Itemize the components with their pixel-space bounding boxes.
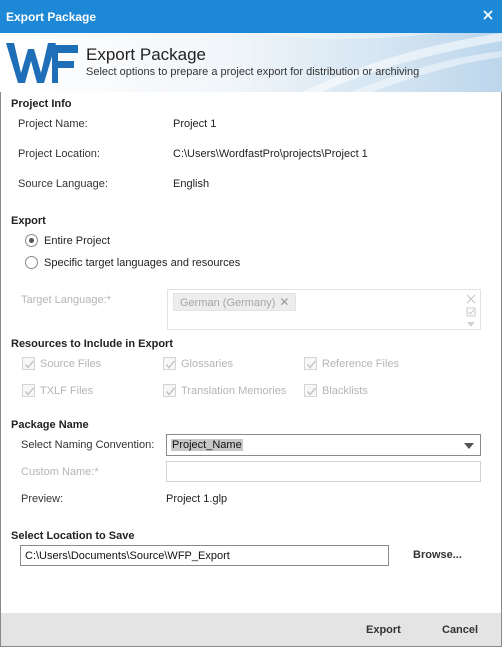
wordfast-logo: [6, 43, 78, 83]
naming-convention-label: Select Naming Convention:: [21, 439, 155, 451]
browse-button[interactable]: Browse...: [413, 549, 462, 561]
dialog-heading: Export Package: [86, 45, 207, 64]
glossaries-checkbox[interactable]: [163, 357, 176, 370]
blacklists-checkbox[interactable]: [304, 384, 317, 397]
tag-field-controls[interactable]: [466, 293, 476, 329]
specific-languages-label[interactable]: Specific target languages and resources: [44, 257, 240, 269]
close-icon[interactable]: [481, 8, 495, 22]
title-bar: Export Package: [0, 0, 502, 33]
project-name-value: Project 1: [173, 118, 217, 130]
glossaries-label: Glossaries: [181, 358, 233, 370]
project-location-label: Project Location:: [18, 148, 100, 160]
cancel-button[interactable]: Cancel: [442, 624, 478, 636]
reference-files-checkbox[interactable]: [304, 357, 317, 370]
translation-memories-label: Translation Memories: [181, 385, 287, 397]
target-language-tag: German (Germany) ✕: [173, 293, 297, 311]
naming-convention-select[interactable]: Project_Name: [166, 434, 481, 456]
entire-project-radio[interactable]: [25, 234, 38, 247]
target-language-field[interactable]: German (Germany) ✕: [167, 289, 481, 330]
dialog-subtitle: Select options to prepare a project expo…: [86, 66, 420, 78]
custom-name-input[interactable]: [166, 461, 481, 482]
save-path-input[interactable]: C:\Users\Documents\Source\WFP_Export: [20, 545, 389, 566]
target-language-tag-text: German (Germany): [180, 297, 276, 309]
section-export: Export: [11, 215, 46, 227]
section-project-info: Project Info: [11, 98, 72, 110]
target-language-label: Target Language:*: [21, 294, 111, 306]
dialog-footer: Export Cancel: [1, 613, 501, 646]
section-save-location: Select Location to Save: [11, 530, 135, 542]
preview-label: Preview:: [21, 493, 64, 505]
save-path-value: C:\Users\Documents\Source\WFP_Export: [25, 550, 230, 562]
translation-memories-checkbox[interactable]: [163, 384, 176, 397]
section-resources: Resources to Include in Export: [11, 338, 173, 350]
source-language-value: English: [173, 178, 210, 190]
source-files-checkbox[interactable]: [22, 357, 35, 370]
entire-project-label[interactable]: Entire Project: [44, 235, 110, 247]
source-files-label: Source Files: [40, 358, 102, 370]
preview-value: Project 1.glp: [166, 493, 228, 505]
project-location-value: C:\Users\WordfastPro\projects\Project 1: [173, 148, 368, 160]
window-title: Export Package: [6, 10, 97, 24]
naming-convention-value: Project_Name: [171, 439, 243, 451]
remove-tag-icon[interactable]: ✕: [279, 295, 289, 309]
banner-decoration: [262, 33, 502, 92]
custom-name-label: Custom Name:*: [21, 466, 99, 478]
export-button[interactable]: Export: [366, 624, 401, 636]
source-language-label: Source Language:: [18, 178, 108, 190]
section-package-name: Package Name: [11, 419, 89, 431]
specific-languages-radio[interactable]: [25, 256, 38, 269]
blacklists-label: Blacklists: [322, 385, 368, 397]
project-name-label: Project Name:: [18, 118, 88, 130]
txlf-files-checkbox[interactable]: [22, 384, 35, 397]
reference-files-label: Reference Files: [322, 358, 400, 370]
chevron-down-icon[interactable]: [464, 443, 474, 449]
txlf-files-label: TXLF Files: [40, 385, 94, 397]
